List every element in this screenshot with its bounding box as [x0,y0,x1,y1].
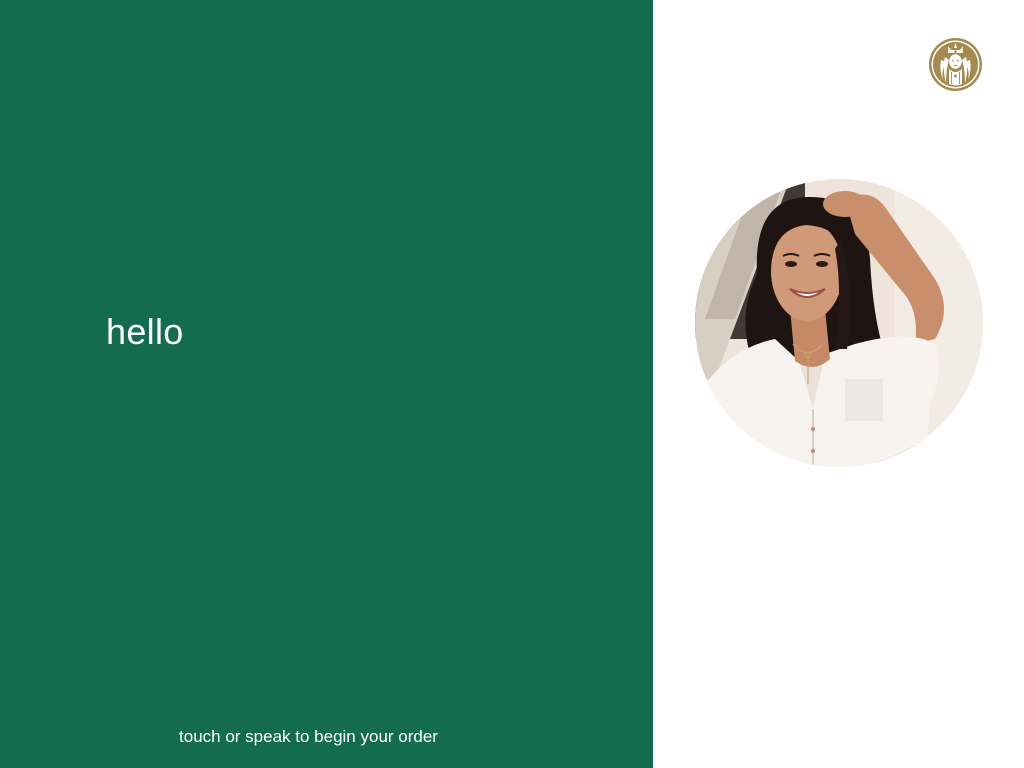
start-order-prompt[interactable]: touch or speak to begin your order [0,726,617,748]
assistant-portrait [695,179,983,467]
welcome-panel[interactable]: hello touch or speak to begin your order [0,0,653,768]
greeting-text: hello [106,311,184,352]
brand-panel [653,0,1024,768]
siren-logo-icon [929,38,982,91]
welcome-screen[interactable]: hello touch or speak to begin your order [0,0,1024,768]
